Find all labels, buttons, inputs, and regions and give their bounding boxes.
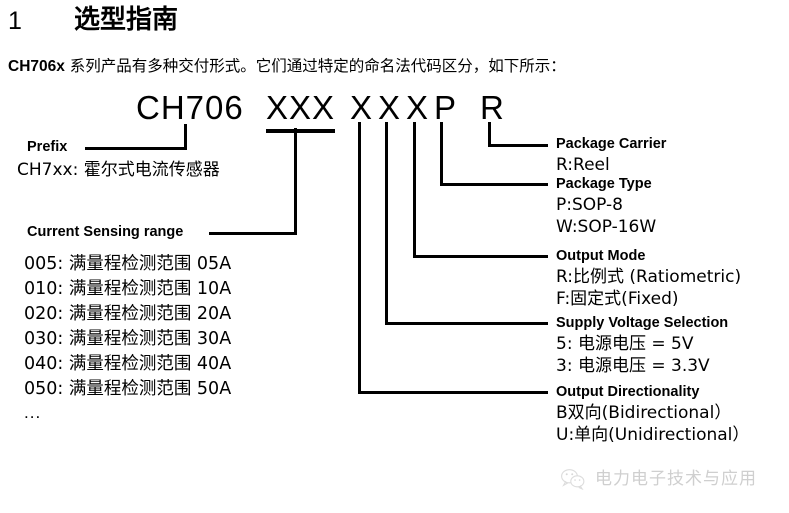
leader-output-mode-vertical <box>413 122 416 258</box>
output-directionality-line: U:单向(Unidirectional） <box>556 425 750 445</box>
section-number: 1 <box>8 7 22 35</box>
supply-voltage-block: Supply Voltage Selection 5: 电源电压 = 5V 3:… <box>556 314 728 377</box>
part-number-char-2: X <box>378 89 402 126</box>
range-ellipsis: ... <box>24 403 42 422</box>
output-directionality-heading: Output Directionality <box>556 384 700 400</box>
leader-supply-voltage-vertical <box>385 122 388 325</box>
intro-lead: CH706x <box>8 58 65 75</box>
current-range-block: Current Sensing range <box>27 222 183 242</box>
intro-rest: 系列产品有多种交付形式。它们通过特定的命名法代码区分，如下所示： <box>64 57 566 75</box>
leader-package-type-vertical <box>440 122 443 186</box>
intro-paragraph: CH706x 系列产品有多种交付形式。它们通过特定的命名法代码区分，如下所示： <box>8 55 566 78</box>
leader-output-directionality-vertical <box>358 122 361 394</box>
part-number-char-3: X <box>406 89 430 126</box>
output-mode-line: R:比例式 (Ratiometric) <box>556 267 742 287</box>
part-number-char-5: R <box>480 89 505 126</box>
leader-output-mode-horizontal <box>413 255 548 258</box>
document-page: 1 选型指南 CH706x 系列产品有多种交付形式。它们通过特定的命名法代码区分… <box>0 0 789 513</box>
range-item: 040: 满量程检测范围 40A <box>24 354 232 374</box>
part-number-char-1: X <box>350 89 374 126</box>
range-item: 050: 满量程检测范围 50A <box>24 379 232 399</box>
current-range-heading: Current Sensing range <box>27 224 184 240</box>
supply-voltage-line: 3: 电源电压 = 3.3V <box>556 356 710 376</box>
output-directionality-line: B双向(Bidirectional） <box>556 403 732 423</box>
range-item: 005: 满量程检测范围 05A <box>24 254 232 274</box>
watermark-text: 电力电子技术与应用 <box>595 469 757 489</box>
package-carrier-heading: Package Carrier <box>556 136 667 152</box>
leader-prefix-horizontal <box>85 147 187 150</box>
output-mode-heading: Output Mode <box>556 248 646 264</box>
leader-output-directionality-horizontal <box>358 391 548 394</box>
wechat-logo-icon <box>561 469 585 490</box>
package-carrier-block: Package Carrier R:Reel <box>556 135 666 176</box>
current-range-list: 005: 满量程检测范围 05A 010: 满量程检测范围 10A 020: 满… <box>24 252 231 424</box>
leader-package-carrier-horizontal <box>488 144 548 147</box>
package-type-line: P:SOP-8 <box>556 195 623 215</box>
supply-voltage-heading: Supply Voltage Selection <box>556 315 729 331</box>
watermark: 电力电子技术与应用 <box>560 468 757 490</box>
range-item: 030: 满量程检测范围 30A <box>24 329 232 349</box>
package-carrier-line: R:Reel <box>556 155 610 175</box>
output-mode-block: Output Mode R:比例式 (Ratiometric) F:固定式(Fi… <box>556 247 741 310</box>
part-number-range: XXX <box>266 88 336 133</box>
prefix-heading: Prefix <box>27 139 68 155</box>
package-type-line: W:SOP-16W <box>556 217 657 237</box>
leader-supply-voltage-horizontal <box>385 322 548 325</box>
prefix-block: Prefix <box>27 137 67 157</box>
supply-voltage-line: 5: 电源电压 = 5V <box>556 334 694 354</box>
package-type-block: Package Type P:SOP-8 W:SOP-16W <box>556 175 656 238</box>
part-number-char-4: P <box>434 89 458 126</box>
prefix-line-1: CH7xx: 霍尔式电流传感器 <box>17 160 220 180</box>
leader-range-vertical <box>294 128 297 235</box>
leader-package-type-horizontal <box>440 183 548 186</box>
output-directionality-block: Output Directionality B双向(Bidirectional）… <box>556 383 749 446</box>
output-mode-line: F:固定式(Fixed) <box>556 289 679 309</box>
range-item: 010: 满量程检测范围 10A <box>24 279 232 299</box>
package-type-heading: Package Type <box>556 176 652 192</box>
range-item: 020: 满量程检测范围 20A <box>24 304 232 324</box>
leader-range-horizontal <box>209 232 297 235</box>
prefix-detail-block: CH7xx: 霍尔式电流传感器 <box>17 159 220 182</box>
part-number-base: CH706 <box>136 89 244 126</box>
page-title: 选型指南 <box>74 5 179 35</box>
